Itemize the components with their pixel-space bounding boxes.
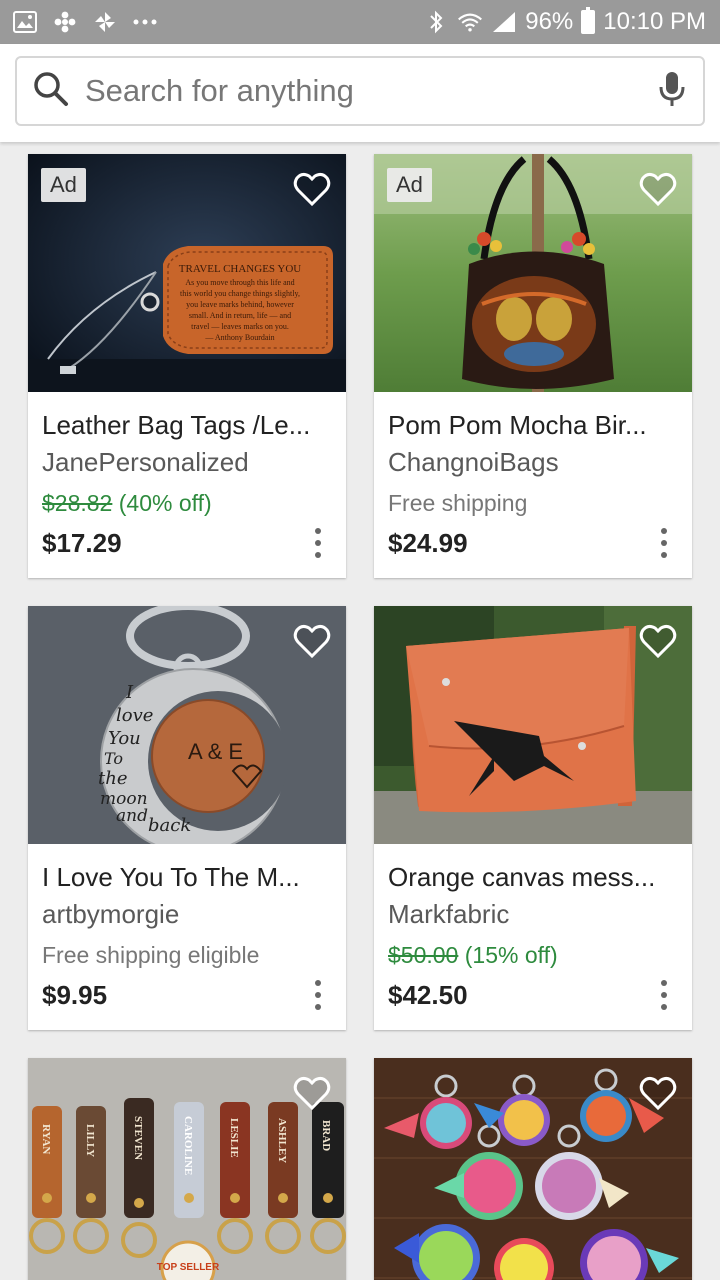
svg-text:this world you change things s: this world you change things slightly, <box>180 289 300 298</box>
svg-text:travel — leaves marks on you.: travel — leaves marks on you. <box>191 322 289 331</box>
svg-text:TRAVEL CHANGES YOU: TRAVEL CHANGES YOU <box>179 263 301 275</box>
shop-name[interactable]: Markfabric <box>388 896 678 932</box>
clock: 10:10 PM <box>603 8 706 35</box>
listing-title[interactable]: Orange canvas mess... <box>388 860 678 894</box>
more-dots-icon <box>132 9 158 35</box>
listing-title[interactable]: Pom Pom Mocha Bir... <box>388 408 678 442</box>
listing-image[interactable]: TRAVEL CHANGES YOU As you move through t… <box>28 154 346 392</box>
listing-image[interactable] <box>374 1058 692 1280</box>
svg-text:To: To <box>104 749 123 768</box>
favorite-heart-icon[interactable] <box>638 622 678 662</box>
price: $24.99 <box>388 528 468 558</box>
svg-text:ASHLEY: ASHLEY <box>276 1118 288 1163</box>
svg-text:LILLY: LILLY <box>84 1124 96 1157</box>
svg-text:the: the <box>98 768 127 789</box>
fan-icon <box>52 9 78 35</box>
more-options-icon[interactable] <box>654 980 674 1010</box>
listing-image[interactable]: Ad <box>374 154 692 392</box>
shop-name[interactable]: JanePersonalized <box>42 444 332 480</box>
discount-percent: (40% off) <box>118 490 212 516</box>
battery-icon <box>581 7 596 34</box>
svg-text:and: and <box>116 806 148 826</box>
listing-card[interactable] <box>374 1058 692 1280</box>
shipping-info: Free shipping eligible <box>42 942 260 968</box>
bluetooth-icon <box>423 9 449 35</box>
listing-card[interactable]: A & E I love You To the moon and back I … <box>28 606 346 1030</box>
listing-card[interactable]: Ad Pom Pom Mocha Bir... ChangnoiBags Fre… <box>374 154 692 578</box>
more-options-icon[interactable] <box>654 528 674 558</box>
svg-text:TOP SELLER: TOP SELLER <box>157 1262 220 1273</box>
svg-text:BRAD: BRAD <box>320 1120 332 1151</box>
shipping-info: Free shipping <box>388 490 528 516</box>
svg-text:As you move through this life: As you move through this life and <box>185 278 294 287</box>
price: $42.50 <box>388 980 468 1010</box>
discount-percent: (15% off) <box>464 942 558 968</box>
image-icon <box>12 9 38 35</box>
svg-text:You: You <box>108 728 141 749</box>
svg-text:small. And in return, life — a: small. And in return, life — and <box>189 311 291 320</box>
shop-name[interactable]: ChangnoiBags <box>388 444 678 480</box>
favorite-heart-icon[interactable] <box>292 622 332 662</box>
favorite-heart-icon[interactable] <box>638 1074 678 1114</box>
listing-card[interactable]: Orange canvas mess... Markfabric $50.00 … <box>374 606 692 1030</box>
more-options-icon[interactable] <box>308 528 328 558</box>
search-input[interactable] <box>85 73 657 109</box>
search-bar[interactable] <box>15 56 705 126</box>
svg-text:LESLIE: LESLIE <box>228 1118 240 1158</box>
wifi-icon <box>457 9 483 35</box>
svg-text:STEVEN: STEVEN <box>132 1116 144 1160</box>
favorite-heart-icon[interactable] <box>292 170 332 210</box>
listing-card[interactable]: TRAVEL CHANGES YOU As you move through t… <box>28 154 346 578</box>
more-options-icon[interactable] <box>308 980 328 1010</box>
listing-title[interactable]: I Love You To The M... <box>42 860 332 894</box>
svg-text:CAROLINE: CAROLINE <box>182 1116 194 1175</box>
battery-percent: 96% <box>525 8 574 35</box>
price: $17.29 <box>42 528 122 558</box>
listing-image[interactable]: A & E I love You To the moon and back <box>28 606 346 844</box>
svg-text:love: love <box>116 705 153 726</box>
pinwheel-icon <box>92 9 118 35</box>
price: $9.95 <box>42 980 108 1010</box>
search-icon[interactable] <box>33 71 69 112</box>
listing-grid: TRAVEL CHANGES YOU As you move through t… <box>0 142 720 1280</box>
listing-image[interactable] <box>374 606 692 844</box>
status-bar: 96% 10:10 PM <box>0 0 720 44</box>
microphone-icon[interactable] <box>657 71 687 112</box>
original-price: $28.82 <box>42 490 113 516</box>
svg-text:— Anthony Bourdain: — Anthony Bourdain <box>204 333 274 342</box>
shop-name[interactable]: artbymorgie <box>42 896 332 932</box>
svg-text:RYAN: RYAN <box>40 1124 52 1154</box>
svg-text:A & E: A & E <box>188 739 243 764</box>
sale-info: $28.82 (40% off) <box>42 486 332 520</box>
svg-text:you leave marks behind, howeve: you leave marks behind, however <box>186 300 294 309</box>
sale-info: $50.00 (15% off) <box>388 938 678 972</box>
ad-badge: Ad <box>387 168 432 202</box>
listing-title[interactable]: Leather Bag Tags /Le... <box>42 408 332 442</box>
signal-icon <box>491 9 517 35</box>
svg-text:back: back <box>148 815 191 836</box>
svg-text:I: I <box>125 682 134 703</box>
favorite-heart-icon[interactable] <box>638 170 678 210</box>
search-header <box>0 44 720 142</box>
ad-badge: Ad <box>41 168 86 202</box>
original-price: $50.00 <box>388 942 459 968</box>
listing-image[interactable]: RYAN LILLY STEVEN CAROLINE LESLIE ASHLEY… <box>28 1058 346 1280</box>
listing-card[interactable]: RYAN LILLY STEVEN CAROLINE LESLIE ASHLEY… <box>28 1058 346 1280</box>
favorite-heart-icon[interactable] <box>292 1074 332 1114</box>
